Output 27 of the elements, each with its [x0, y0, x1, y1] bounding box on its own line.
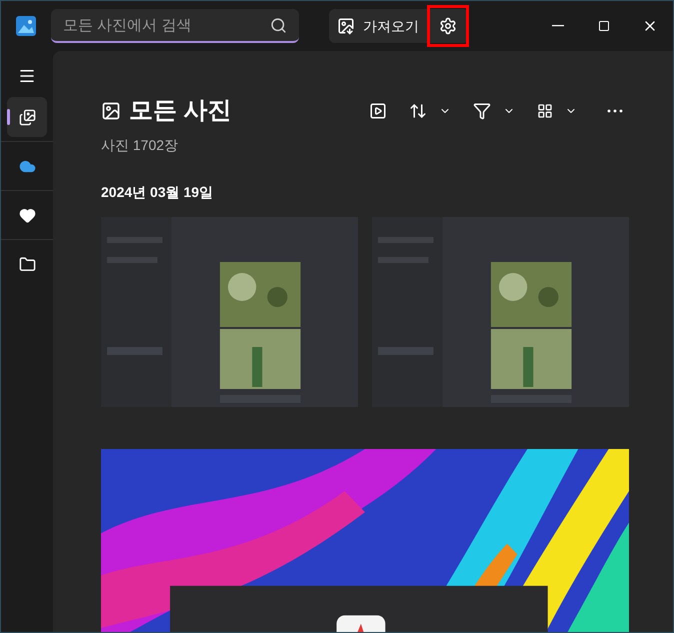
slideshow-button[interactable] [369, 102, 387, 120]
sort-icon [409, 102, 427, 120]
date-heading: 2024년 03월 19일 [101, 183, 214, 202]
minimize-icon [552, 25, 564, 27]
search-icon [270, 17, 287, 34]
photo-count: 사진 1702장 [101, 136, 180, 155]
nav-item[interactable] [7, 97, 47, 137]
filter-button[interactable] [473, 102, 515, 120]
folder-icon [18, 256, 36, 272]
layout-button[interactable] [537, 103, 577, 119]
settings-icon [439, 17, 457, 35]
app-logo-icon [16, 16, 36, 36]
play-icon [369, 102, 387, 120]
grid-icon [537, 103, 553, 119]
filter-icon [473, 102, 491, 120]
photos-icon [101, 101, 121, 121]
page-title: 모든 사진 [129, 96, 232, 126]
import-icon [337, 17, 355, 35]
maximize-icon [598, 20, 610, 32]
heart-icon [18, 206, 36, 224]
settings-button[interactable] [427, 5, 469, 47]
photos-icon [18, 108, 36, 126]
more-icon [607, 109, 623, 113]
sort-button[interactable] [409, 102, 451, 120]
search-field[interactable]: 모든 사진에서 검색 [51, 9, 299, 43]
more-button[interactable] [607, 109, 623, 113]
menu-icon [18, 67, 36, 85]
